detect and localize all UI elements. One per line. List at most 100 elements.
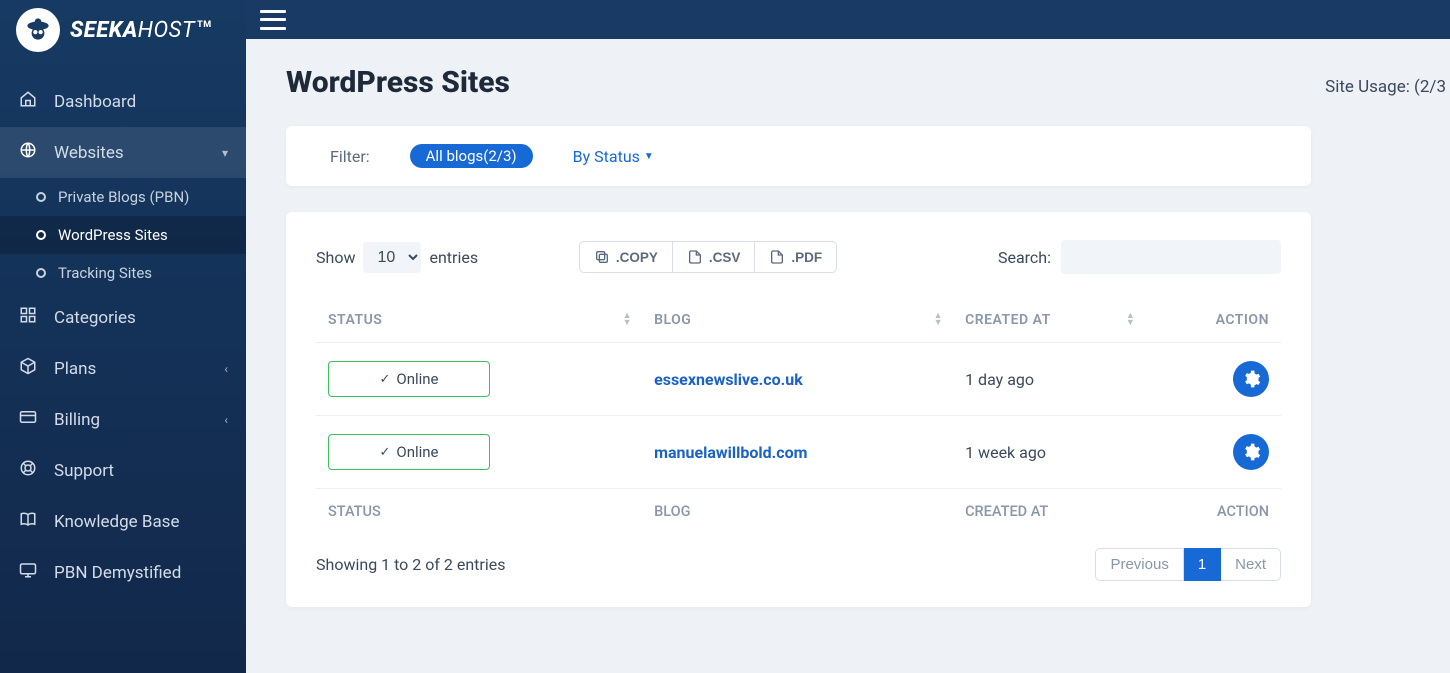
table-card: Show 10 entries .COPY .CSV	[286, 212, 1311, 607]
chevron-left-icon: ‹	[224, 362, 228, 376]
brand-name: SEEKAHOSTTM	[70, 18, 210, 43]
menu-toggle-icon[interactable]	[260, 10, 286, 30]
home-icon	[18, 90, 38, 113]
nav-dashboard-label: Dashboard	[54, 92, 136, 112]
grid-icon	[18, 306, 38, 329]
brand-tm: TM	[197, 20, 212, 30]
col-action: ACTION	[1145, 298, 1281, 343]
col-blog-label: BLOG	[654, 312, 691, 328]
nav-dashboard[interactable]: Dashboard	[0, 76, 246, 127]
col-blog[interactable]: BLOG ▲▼	[642, 298, 953, 343]
topbar	[246, 0, 1450, 39]
col-action-label: ACTION	[1216, 312, 1269, 328]
table-top: Show 10 entries .COPY .CSV	[316, 240, 1281, 274]
monitor-icon	[18, 561, 38, 584]
row-action-button[interactable]	[1233, 434, 1269, 470]
nav-websites[interactable]: Websites ▾	[0, 127, 246, 178]
check-icon: ✓	[379, 445, 390, 460]
foot-status: STATUS	[316, 489, 642, 535]
status-label: Online	[396, 443, 438, 461]
nav-websites-label: Websites	[54, 143, 124, 163]
bullet-icon	[36, 192, 46, 202]
sidebar: SEEKAHOSTTM Dashboard Websites ▾ Private…	[0, 0, 246, 673]
foot-blog: BLOG	[642, 489, 953, 535]
chevron-down-icon: ▾	[222, 146, 228, 160]
table-bottom: Showing 1 to 2 of 2 entries Previous 1 N…	[316, 548, 1281, 581]
status-label: Online	[396, 370, 438, 388]
nav-pbn-demystified-label: PBN Demystified	[54, 563, 181, 583]
show-entries: Show 10 entries	[316, 242, 478, 273]
sort-icon: ▲▼	[623, 313, 632, 327]
sites-table: STATUS ▲▼ BLOG ▲▼ CREATED AT▲▼ ACTION ✓ Onl…	[316, 298, 1281, 534]
export-copy-button[interactable]: .COPY	[579, 241, 673, 273]
pager-page-button[interactable]: 1	[1184, 548, 1221, 581]
file-pdf-icon	[769, 249, 785, 265]
blog-link[interactable]: essexnewslive.co.uk	[654, 370, 803, 389]
brand-name-bold: SEEKA	[70, 18, 138, 43]
nav-categories-label: Categories	[54, 308, 136, 328]
status-chip: ✓ Online	[328, 361, 490, 397]
nav-pbn-demystified[interactable]: PBN Demystified	[0, 547, 246, 598]
subnav-wordpress-sites-label: WordPress Sites	[58, 226, 168, 244]
created-cell: 1 day ago	[953, 343, 1145, 416]
entries-select[interactable]: 10	[363, 242, 421, 273]
entries-word: entries	[429, 248, 478, 267]
nav-billing[interactable]: Billing ‹	[0, 394, 246, 445]
subnav-private-blogs[interactable]: Private Blogs (PBN)	[0, 178, 246, 216]
content: WordPress Sites Site Usage: (2/3 Filter:…	[246, 39, 1450, 673]
globe-icon	[18, 141, 38, 164]
showing-text: Showing 1 to 2 of 2 entries	[316, 555, 505, 574]
show-label: Show	[316, 248, 355, 267]
subnav-websites: Private Blogs (PBN) WordPress Sites Trac…	[0, 178, 246, 292]
foot-action: ACTION	[1145, 489, 1281, 535]
nav-knowledge-base-label: Knowledge Base	[54, 512, 179, 532]
export-pdf-button[interactable]: .PDF	[755, 241, 837, 273]
caret-down-icon: ▼	[644, 151, 654, 162]
brand-avatar	[16, 8, 60, 52]
export-csv-label: .CSV	[709, 250, 741, 265]
filter-by-status[interactable]: By Status ▼	[573, 147, 654, 166]
filter-label: Filter:	[330, 147, 370, 166]
col-status-label: STATUS	[328, 312, 382, 328]
bullet-icon	[36, 230, 46, 240]
brand-name-thin: HOST	[138, 18, 195, 43]
sort-icon: ▲▼	[934, 313, 943, 327]
row-action-button[interactable]	[1233, 361, 1269, 397]
search-input[interactable]	[1061, 240, 1281, 274]
nav-support-label: Support	[54, 461, 114, 481]
nav-support[interactable]: Support	[0, 445, 246, 496]
pager-next-button[interactable]: Next	[1221, 548, 1281, 581]
subnav-tracking-sites-label: Tracking Sites	[58, 264, 152, 282]
copy-icon	[594, 249, 610, 265]
page-head: WordPress Sites Site Usage: (2/3	[286, 65, 1450, 100]
gear-icon	[1241, 442, 1261, 462]
foot-created: CREATED AT	[953, 489, 1145, 535]
table-row: ✓ Online essexnewslive.co.uk 1 day ago	[316, 343, 1281, 416]
check-icon: ✓	[379, 372, 390, 387]
subnav-tracking-sites[interactable]: Tracking Sites	[0, 254, 246, 292]
nav-knowledge-base[interactable]: Knowledge Base	[0, 496, 246, 547]
search-label: Search:	[998, 248, 1051, 267]
pager-prev-button[interactable]: Previous	[1095, 548, 1183, 581]
blog-link[interactable]: manuelawillbold.com	[654, 443, 807, 462]
subnav-wordpress-sites[interactable]: WordPress Sites	[0, 216, 246, 254]
page-title: WordPress Sites	[286, 65, 510, 100]
export-csv-button[interactable]: .CSV	[673, 241, 756, 273]
nav-categories[interactable]: Categories	[0, 292, 246, 343]
nav-billing-label: Billing	[54, 410, 100, 430]
export-group: .COPY .CSV .PDF	[579, 241, 837, 273]
site-usage: Site Usage: (2/3	[1325, 77, 1446, 97]
gear-icon	[1241, 369, 1261, 389]
brand[interactable]: SEEKAHOSTTM	[0, 0, 246, 60]
pager: Previous 1 Next	[1095, 548, 1281, 581]
book-icon	[18, 510, 38, 533]
card-icon	[18, 408, 38, 431]
filter-all-pill[interactable]: All blogs(2/3)	[410, 144, 533, 168]
col-created[interactable]: CREATED AT▲▼	[953, 298, 1145, 343]
search-wrap: Search:	[998, 240, 1281, 274]
created-cell: 1 week ago	[953, 416, 1145, 489]
col-status[interactable]: STATUS ▲▼	[316, 298, 642, 343]
nav-plans[interactable]: Plans ‹	[0, 343, 246, 394]
status-chip: ✓ Online	[328, 434, 490, 470]
bullet-icon	[36, 268, 46, 278]
